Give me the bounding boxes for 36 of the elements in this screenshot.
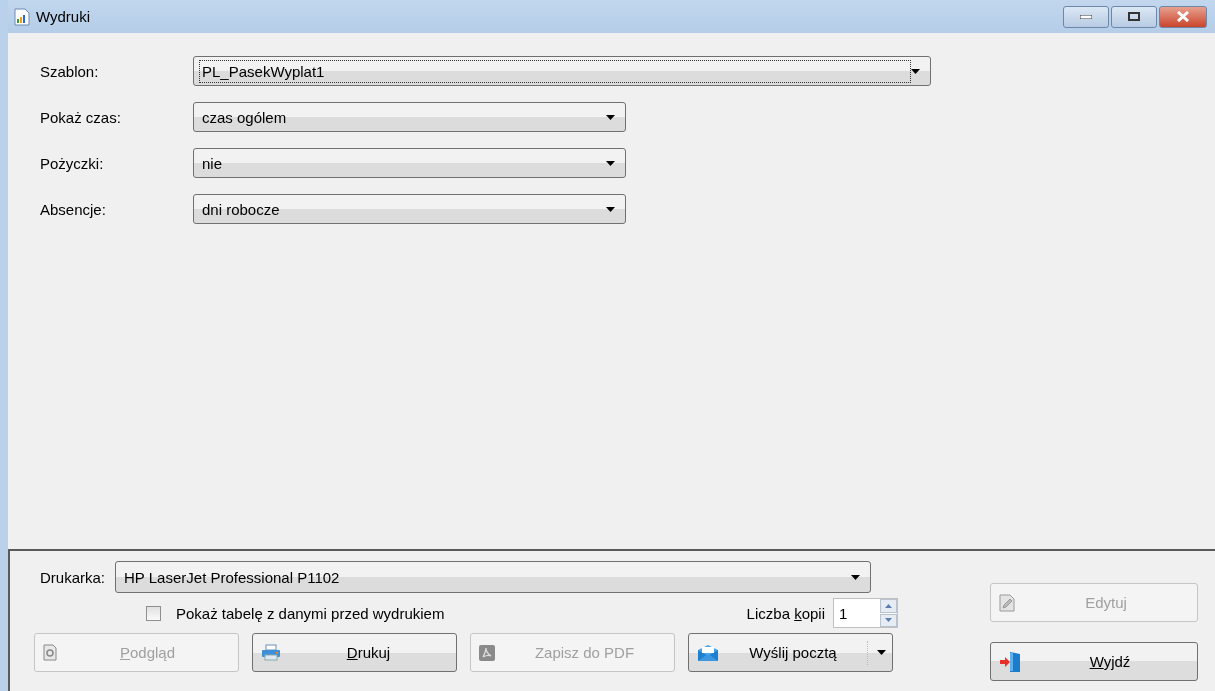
report-icon [14,7,30,26]
exit-door-icon [999,650,1023,673]
pencil-document-icon [999,593,1015,612]
copies-spinner[interactable]: 1 [833,598,898,628]
dropdown-arrow-icon [606,114,615,120]
close-icon [1176,11,1190,22]
dropdown-arrow-icon [606,206,615,212]
envelope-icon [697,643,719,662]
dropdown-arrow-icon [911,68,920,74]
printer-icon [261,644,281,661]
dropdown-arrow-icon [851,574,861,580]
checkbox[interactable] [146,605,161,621]
printer-dropdown[interactable]: HP LaserJet Professional P1102 [115,561,872,593]
dropdown-arrow-icon [606,160,615,166]
dropdown-field[interactable]: nie [193,148,626,178]
document-icon [43,644,57,661]
dropdown-field[interactable]: czas ogólem [193,102,626,132]
dropdown-field[interactable]: PL_PasekWyplat1 [193,56,931,86]
dropdown-field[interactable]: dni robocze [193,194,626,224]
copies-label: Liczba kopii [746,604,825,622]
field-label: Absencje: [40,200,107,218]
field-label: Szablon: [40,62,100,80]
dropdown-arrow-icon [877,650,886,655]
field-label: Pokaż czas: [40,108,122,126]
maximize-icon [1128,12,1140,21]
field-label: Pożyczki: [40,154,105,172]
pdf-icon [479,644,495,661]
field-label: Drukarka: [40,568,106,586]
checkbox-label: Pokaż tabelę z danymi przed wydrukiem [176,604,445,622]
exit-button[interactable]: Wyjdź [990,642,1198,681]
mail-button[interactable]: Wyślij pocztą [688,633,893,672]
maximize-button[interactable] [1111,5,1157,28]
minimize-icon [1080,14,1092,19]
close-button[interactable] [1159,5,1207,28]
print-button[interactable]: Drukuj [252,633,457,672]
window-title: Wydruki [36,8,91,25]
